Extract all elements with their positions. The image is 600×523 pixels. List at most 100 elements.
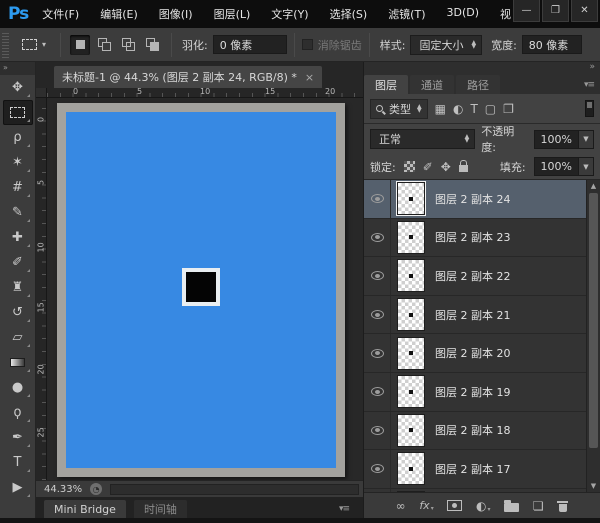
menu-filter[interactable]: 滤镜(T) — [388, 6, 425, 22]
type-tool[interactable]: T — [3, 450, 33, 475]
antialias-checkbox[interactable] — [302, 39, 313, 50]
layer-row[interactable]: 图层 2 副本 24 — [364, 180, 586, 219]
menu-select[interactable]: 选择(S) — [330, 6, 368, 22]
blur-tool[interactable]: ● — [3, 375, 33, 400]
layer-row[interactable]: 图层 2 副本 20 — [364, 334, 586, 373]
dock-collapse[interactable]: » — [364, 62, 600, 72]
visibility-eye-icon[interactable] — [371, 271, 384, 280]
chevron-down-icon[interactable]: ▼ — [579, 130, 594, 149]
layer-name[interactable]: 图层 2 副本 22 — [435, 268, 511, 284]
filter-kind-select[interactable]: 类型 ▲▼ — [370, 99, 428, 119]
lock-transparency-icon[interactable] — [404, 161, 415, 172]
eraser-tool[interactable]: ▱ — [3, 325, 33, 350]
filter-pixel-layers-icon[interactable]: ▦ — [435, 102, 446, 116]
menu-file[interactable]: 文件(F) — [42, 6, 79, 22]
tab-timeline[interactable]: 时间轴 — [134, 500, 187, 518]
new-selection-button[interactable] — [70, 35, 90, 55]
layer-thumbnail[interactable] — [397, 182, 425, 215]
menu-view[interactable]: 视 — [500, 6, 511, 22]
layer-row[interactable]: 图层 2 副本 18 — [364, 412, 586, 451]
layer-list-scrollbar[interactable]: ▲ ▼ — [586, 180, 600, 492]
layer-thumbnail[interactable] — [397, 375, 425, 408]
style-select[interactable]: 固定大小 ▲▼ — [410, 35, 482, 55]
delete-layer-icon[interactable] — [557, 499, 568, 512]
pen-tool[interactable]: ✒ — [3, 425, 33, 450]
healing-brush-tool[interactable]: ✚ — [3, 225, 33, 250]
menu-image[interactable]: 图像(I) — [159, 6, 193, 22]
black-square-layer[interactable] — [182, 268, 220, 306]
scroll-up-icon[interactable]: ▲ — [587, 180, 600, 192]
layer-row[interactable]: 图层 2 副本 21 — [364, 296, 586, 335]
maximize-button[interactable]: ❐ — [542, 0, 569, 22]
toolbar-collapse[interactable]: » — [0, 62, 35, 75]
layer-thumbnail[interactable] — [397, 298, 425, 331]
layer-row[interactable]: 图层 2 副本 17 — [364, 450, 586, 489]
width-input[interactable]: 80 像素 — [522, 35, 582, 54]
magic-wand-tool[interactable]: ✶ — [3, 150, 33, 175]
lock-all-icon[interactable] — [459, 165, 468, 172]
tab-mini-bridge[interactable]: Mini Bridge — [44, 500, 126, 518]
rectangular-marquee-tool[interactable] — [3, 100, 33, 125]
zoom-readout[interactable]: 44.33% — [44, 484, 82, 495]
layer-row-partial[interactable] — [364, 489, 586, 492]
layer-name[interactable]: 图层 2 副本 17 — [435, 461, 511, 477]
panel-menu-icon[interactable]: ▾≡ — [584, 80, 594, 90]
layer-name[interactable]: 图层 2 副本 24 — [435, 191, 511, 207]
intersect-selection-button[interactable] — [142, 35, 162, 55]
layer-name[interactable]: 图层 2 副本 23 — [435, 229, 511, 245]
layer-name[interactable]: 图层 2 副本 20 — [435, 345, 511, 361]
crop-tool[interactable]: # — [3, 175, 33, 200]
scroll-down-icon[interactable]: ▼ — [587, 480, 600, 492]
layer-thumbnail[interactable] — [397, 337, 425, 370]
lasso-tool[interactable]: ρ — [3, 125, 33, 150]
layer-row[interactable]: 图层 2 副本 19 — [364, 373, 586, 412]
scrollbar-thumb[interactable] — [589, 193, 598, 448]
document-status-icon[interactable]: ◔ — [90, 483, 102, 495]
fill-value[interactable]: 100% — [534, 157, 579, 176]
panel-menu-icon[interactable]: ▾≡ — [339, 504, 349, 514]
document-tab[interactable]: 未标题-1 @ 44.3% (图层 2 副本 24, RGB/8) * × — [54, 66, 322, 88]
blend-mode-select[interactable]: 正常 ▲▼ — [370, 129, 475, 149]
clone-stamp-tool[interactable]: ♜ — [3, 275, 33, 300]
history-brush-tool[interactable]: ↺ — [3, 300, 33, 325]
tab-channels[interactable]: 通道 — [410, 75, 454, 94]
opacity-value[interactable]: 100% — [534, 130, 579, 149]
tab-close-icon[interactable]: × — [305, 71, 314, 84]
menu-3d[interactable]: 3D(D) — [447, 6, 480, 22]
feather-input[interactable]: 0 像素 — [213, 35, 287, 54]
chevron-down-icon[interactable]: ▼ — [579, 157, 594, 176]
layer-thumbnail[interactable] — [397, 452, 425, 485]
opacity-control[interactable]: 100% ▼ — [534, 130, 594, 149]
path-selection-tool[interactable]: ▶ — [3, 475, 33, 500]
add-layer-mask-icon[interactable] — [447, 500, 462, 511]
visibility-eye-icon[interactable] — [371, 233, 384, 242]
layer-row[interactable]: 图层 2 副本 22 — [364, 257, 586, 296]
layer-thumbnail[interactable] — [397, 259, 425, 292]
layer-thumbnail[interactable] — [397, 414, 425, 447]
visibility-eye-icon[interactable] — [371, 464, 384, 473]
canvas-viewport[interactable]: 0 5 10 15 20 0 5 10 15 20 25 — [36, 88, 363, 480]
close-button[interactable]: ✕ — [571, 0, 598, 22]
move-tool[interactable]: ✥ — [3, 75, 33, 100]
menu-type[interactable]: 文字(Y) — [271, 6, 308, 22]
tab-layers[interactable]: 图层 — [364, 75, 408, 94]
visibility-eye-icon[interactable] — [371, 349, 384, 358]
dodge-tool[interactable]: ϙ — [3, 400, 33, 425]
filter-smart-objects-icon[interactable]: ❐ — [503, 102, 514, 116]
visibility-eye-icon[interactable] — [371, 194, 384, 203]
gradient-tool[interactable] — [3, 350, 33, 375]
filter-toggle-switch[interactable] — [585, 100, 594, 117]
tab-paths[interactable]: 路径 — [456, 75, 500, 94]
layer-name[interactable]: 图层 2 副本 18 — [435, 422, 511, 438]
layer-name[interactable]: 图层 2 副本 21 — [435, 307, 511, 323]
minimize-button[interactable]: — — [513, 0, 540, 22]
new-layer-icon[interactable]: ❏ — [533, 499, 544, 513]
layer-style-fx-icon[interactable]: fx▾ — [419, 499, 433, 512]
filter-shape-layers-icon[interactable]: ▢ — [485, 102, 496, 116]
new-group-icon[interactable] — [504, 500, 519, 512]
lock-position-icon[interactable]: ✥ — [441, 160, 451, 174]
visibility-eye-icon[interactable] — [371, 310, 384, 319]
filter-type-layers-icon[interactable]: T — [470, 102, 477, 116]
lock-pixels-icon[interactable]: ✐ — [423, 160, 433, 174]
subtract-from-selection-button[interactable] — [118, 35, 138, 55]
